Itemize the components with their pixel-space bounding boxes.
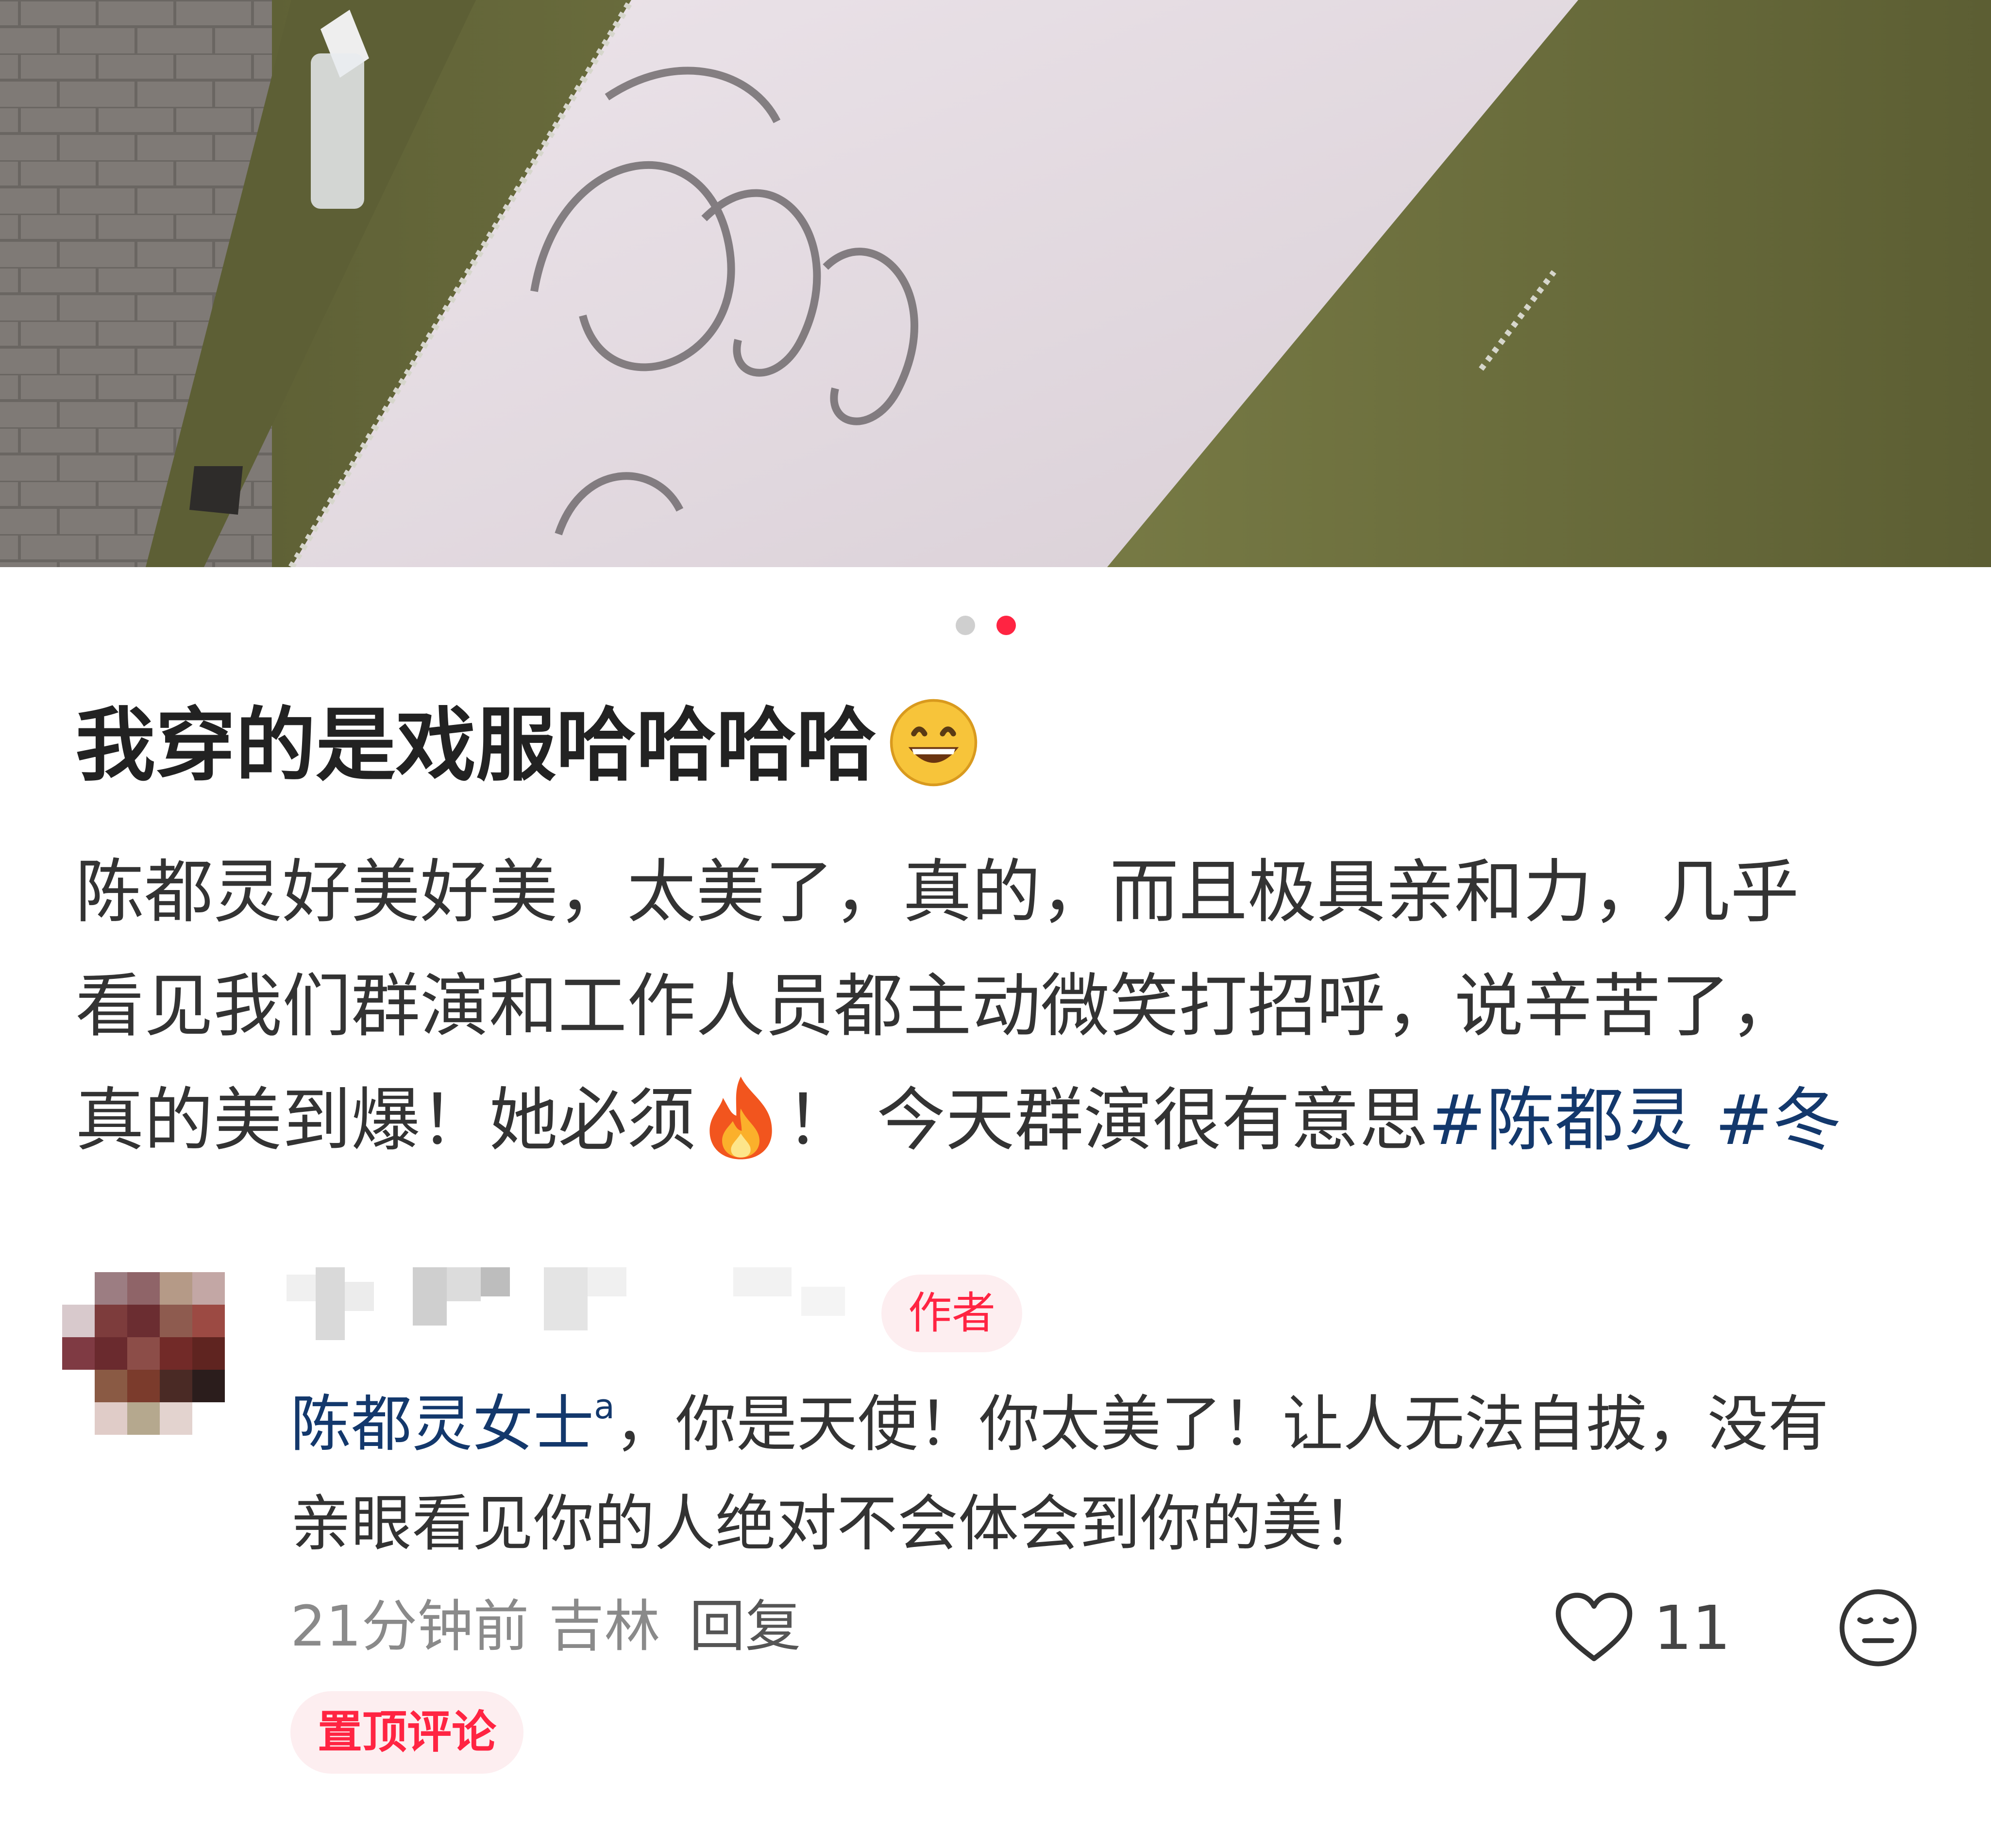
comment-text-line-1: ，你是天使！你太美了！让人无法自拔，没有 xyxy=(614,1389,1829,1460)
like-count: 11 xyxy=(1654,1593,1731,1663)
reply-button[interactable]: 回复 xyxy=(689,1594,801,1659)
post-body: 陈都灵好美好美，太美了，真的，而且极具亲和力，几乎 看见我们群演和工作人员都主动… xyxy=(75,835,1916,1177)
pinned-comment-badge: 置顶评论 xyxy=(290,1691,523,1774)
post-body-line-3: 真的美到爆！她必须 ！ 今天群演很有意思#陈都灵 #冬 xyxy=(75,1063,1916,1177)
post-body-line-3-end: ！ 今天群演很有意思 xyxy=(786,1080,1429,1160)
like-button[interactable]: 11 xyxy=(1554,1587,1731,1669)
photo-illustration xyxy=(0,0,1991,567)
post-title: 我穿的是戏服哈哈哈哈 xyxy=(75,692,1921,799)
grinning-face-icon xyxy=(890,699,978,787)
username-blurred[interactable] xyxy=(287,1267,864,1340)
comment-meta: 21分钟前 吉林 回复 xyxy=(290,1583,801,1670)
post-title-text: 我穿的是戏服哈哈哈哈 xyxy=(75,699,877,792)
comment-text-line-2: 亲眼看见你的人绝对不会体会到你的美！ xyxy=(290,1489,1383,1559)
unamused-face-icon[interactable] xyxy=(1838,1588,1918,1668)
hashtag-link[interactable]: #陈都灵 xyxy=(1428,1080,1693,1160)
commenter-avatar[interactable] xyxy=(62,1272,225,1435)
post-body-line-2: 看见我们群演和工作人员都主动微笑打招呼，说辛苦了， xyxy=(75,966,1799,1046)
carousel-dot-2-active[interactable] xyxy=(996,616,1016,635)
comment-time: 21分钟前 xyxy=(290,1594,529,1659)
mention-link[interactable]: 陈都灵女士 xyxy=(290,1389,594,1460)
carousel-dot-1[interactable] xyxy=(956,616,975,635)
post-body-line-1: 陈都灵好美好美，太美了，真的，而且极具亲和力，几乎 xyxy=(75,852,1799,932)
post-photo[interactable] xyxy=(0,0,1991,567)
post-body-line-3-start: 真的美到爆！她必须 xyxy=(75,1080,696,1160)
comment-location: 吉林 xyxy=(548,1594,660,1659)
comment-text: 陈都灵女士𝖺，你是天使！你太美了！让人无法自拔，没有 亲眼看见你的人绝对不会体会… xyxy=(290,1357,1941,1574)
hashtag-link[interactable]: #冬 xyxy=(1715,1080,1841,1160)
carousel-indicator xyxy=(0,616,1991,635)
author-badge: 作者 xyxy=(881,1275,1022,1352)
fire-icon xyxy=(709,1076,772,1159)
heart-icon xyxy=(1555,1593,1633,1662)
search-icon: 𝖺 xyxy=(594,1387,615,1427)
